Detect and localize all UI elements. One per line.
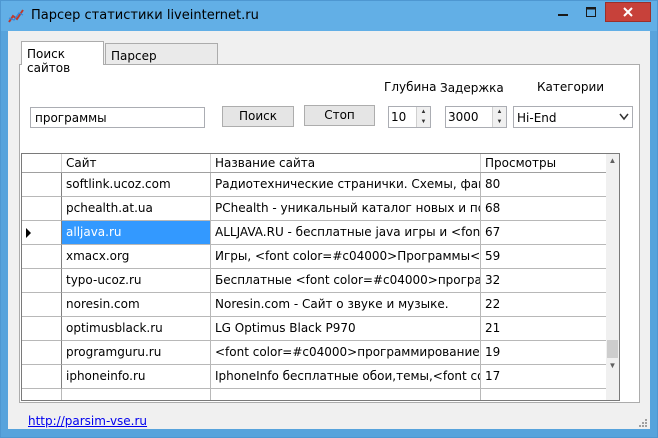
table-row[interactable]: typo-ucoz.ru Бесплатные <font color=#c040… — [22, 269, 607, 293]
site-cell[interactable]: optimusblack.ru — [62, 317, 211, 341]
table-row[interactable]: iphoneinfo.ru IphoneInfo бесплатные обои,… — [22, 365, 607, 389]
table-row-partial — [22, 389, 607, 400]
views-cell[interactable]: 67 — [481, 221, 607, 245]
site-cell[interactable]: iphoneinfo.ru — [62, 365, 211, 389]
row-selector[interactable] — [22, 317, 62, 341]
table-row[interactable]: softlink.ucoz.com Радиотехнические страни… — [22, 173, 607, 197]
name-cell[interactable]: Игры, <font color=#c04000>Программы</fon… — [211, 245, 481, 269]
tab-stats-parser[interactable]: Парсер статистики — [105, 43, 218, 77]
search-button[interactable]: Поиск — [222, 106, 294, 127]
results-grid[interactable]: Сайт Название сайта Просмотры softlink.u… — [21, 153, 620, 401]
delay-value: 3000 — [448, 110, 479, 124]
maximize-icon — [585, 7, 596, 17]
depth-label: Глубина — [384, 80, 437, 94]
resize-grip-icon[interactable] — [637, 417, 647, 427]
minimize-icon — [557, 14, 568, 16]
client-area: Поиск сайтов Парсер статистики Глубина З… — [8, 31, 650, 429]
grid-vertical-scrollbar[interactable]: ▲ ▼ — [606, 154, 619, 400]
site-cell[interactable]: pchealth.at.ua — [62, 197, 211, 221]
views-cell[interactable]: 22 — [481, 293, 607, 317]
name-cell[interactable]: Noresin.com - Сайт о звуке и музыке. — [211, 293, 481, 317]
category-label: Категории — [537, 80, 605, 94]
scroll-down-icon[interactable]: ▼ — [606, 361, 619, 370]
scroll-thumb[interactable] — [607, 340, 618, 358]
column-header-site[interactable]: Сайт — [62, 154, 211, 172]
empty-cell — [22, 389, 62, 400]
grid-header: Сайт Название сайта Просмотры — [22, 154, 607, 173]
name-cell[interactable]: Радиотехнические странички. Схемы, файлы… — [211, 173, 481, 197]
delay-stepper[interactable]: 3000 ▲ ▼ — [445, 106, 507, 128]
row-selector[interactable] — [22, 365, 62, 389]
site-cell[interactable]: softlink.ucoz.com — [62, 173, 211, 197]
chart-line-icon — [8, 9, 24, 23]
row-selector[interactable] — [22, 173, 62, 197]
name-cell[interactable]: ALLJAVA.RU - бесплатные java игры и <fon… — [211, 221, 481, 245]
app-window: Парсер статистики liveinternet.ru Поиск … — [0, 0, 658, 438]
spin-down-icon[interactable]: ▼ — [493, 117, 506, 127]
table-row[interactable]: xmacx.org Игры, <font color=#c04000>Прогр… — [22, 245, 607, 269]
views-cell[interactable]: 59 — [481, 245, 607, 269]
name-cell[interactable]: IphoneInfo бесплатные обои,темы,<font co… — [211, 365, 481, 389]
column-header-views[interactable]: Просмотры — [481, 154, 607, 172]
status-bar: http://parsim-vse.ru — [8, 409, 650, 429]
delay-label: Задержка — [440, 81, 504, 95]
name-cell[interactable]: <font color=#c04000>программирование</fo… — [211, 341, 481, 365]
views-cell[interactable]: 17 — [481, 365, 607, 389]
name-cell[interactable]: Бесплатные <font color=#c04000>программы — [211, 269, 481, 293]
delay-stepper-buttons[interactable]: ▲ ▼ — [492, 107, 506, 127]
empty-cell — [62, 389, 211, 400]
close-button[interactable] — [605, 2, 651, 22]
name-cell[interactable]: PChealth - уникальный каталог новых и по… — [211, 197, 481, 221]
minimize-button[interactable] — [549, 2, 576, 22]
depth-stepper-buttons[interactable]: ▲ ▼ — [416, 107, 430, 127]
stop-button[interactable]: Стоп — [304, 105, 375, 126]
site-cell[interactable]: alljava.ru — [62, 221, 211, 245]
table-row[interactable]: pchealth.at.ua PChealth - уникальный ката… — [22, 197, 607, 221]
spin-up-icon[interactable]: ▲ — [417, 107, 430, 117]
table-row[interactable]: noresin.com Noresin.com - Сайт о звуке и … — [22, 293, 607, 317]
tab-search-sites[interactable]: Поиск сайтов — [21, 41, 104, 75]
views-cell[interactable]: 19 — [481, 341, 607, 365]
row-selector[interactable] — [22, 269, 62, 293]
views-cell[interactable]: 68 — [481, 197, 607, 221]
chevron-down-icon — [619, 113, 629, 121]
row-selector[interactable] — [22, 221, 62, 245]
spin-down-icon[interactable]: ▼ — [417, 117, 430, 127]
title-bar[interactable]: Парсер статистики liveinternet.ru — [1, 1, 657, 31]
empty-cell — [211, 389, 481, 400]
close-icon — [623, 7, 633, 17]
views-cell[interactable]: 21 — [481, 317, 607, 341]
site-cell[interactable]: noresin.com — [62, 293, 211, 317]
table-row[interactable]: programguru.ru <font color=#c04000>програ… — [22, 341, 607, 365]
category-value: Hi-End — [517, 111, 557, 125]
name-cell[interactable]: LG Optimus Black P970 — [211, 317, 481, 341]
row-selector[interactable] — [22, 293, 62, 317]
table-row[interactable]: alljava.ru ALLJAVA.RU - бесплатные java и… — [22, 221, 607, 245]
row-pointer-icon — [26, 228, 31, 238]
window-title: Парсер статистики liveinternet.ru — [31, 8, 259, 23]
column-header-name[interactable]: Название сайта — [211, 154, 481, 172]
row-selector[interactable] — [22, 245, 62, 269]
depth-value: 10 — [391, 110, 407, 124]
maximize-button[interactable] — [577, 2, 604, 22]
views-cell[interactable]: 80 — [481, 173, 607, 197]
row-selector[interactable] — [22, 341, 62, 365]
header-row-selector — [22, 154, 62, 172]
site-cell[interactable]: typo-ucoz.ru — [62, 269, 211, 293]
category-select[interactable]: Hi-End — [513, 106, 633, 128]
views-cell[interactable]: 32 — [481, 269, 607, 293]
table-row[interactable]: optimusblack.ru LG Optimus Black P970 21 — [22, 317, 607, 341]
depth-stepper[interactable]: 10 ▲ ▼ — [388, 106, 431, 128]
search-query-input[interactable]: программы — [30, 107, 205, 128]
empty-cell — [481, 389, 607, 400]
website-link[interactable]: http://parsim-vse.ru — [28, 414, 147, 428]
row-selector[interactable] — [22, 197, 62, 221]
site-cell[interactable]: programguru.ru — [62, 341, 211, 365]
scroll-up-icon[interactable]: ▲ — [606, 156, 619, 165]
spin-up-icon[interactable]: ▲ — [493, 107, 506, 117]
site-cell[interactable]: xmacx.org — [62, 245, 211, 269]
